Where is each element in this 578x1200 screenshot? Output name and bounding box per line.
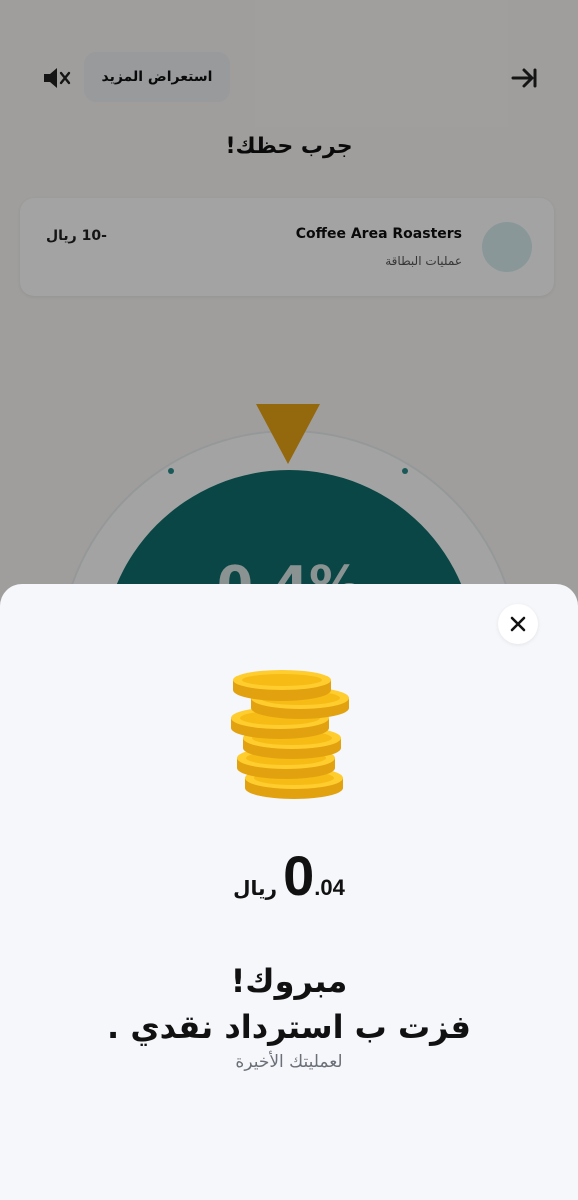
coin-stack-icon (231, 670, 349, 799)
reward-decimal: .04 (314, 875, 345, 900)
transaction-note: لعمليتك الأخيرة (235, 1052, 343, 1072)
congrats-title: مبروك! (230, 962, 348, 1000)
reward-sheet: ريال 0 .04 مبروك! فزت ب استرداد نقدي . ل… (0, 584, 578, 1200)
reward-integer: 0 (283, 844, 315, 907)
reward-currency: ريال (233, 876, 278, 900)
close-button[interactable] (498, 604, 538, 644)
close-icon (510, 616, 526, 632)
reward-amount: ريال 0 .04 (0, 848, 578, 904)
cashback-message: فزت ب استرداد نقدي . (107, 1008, 471, 1046)
